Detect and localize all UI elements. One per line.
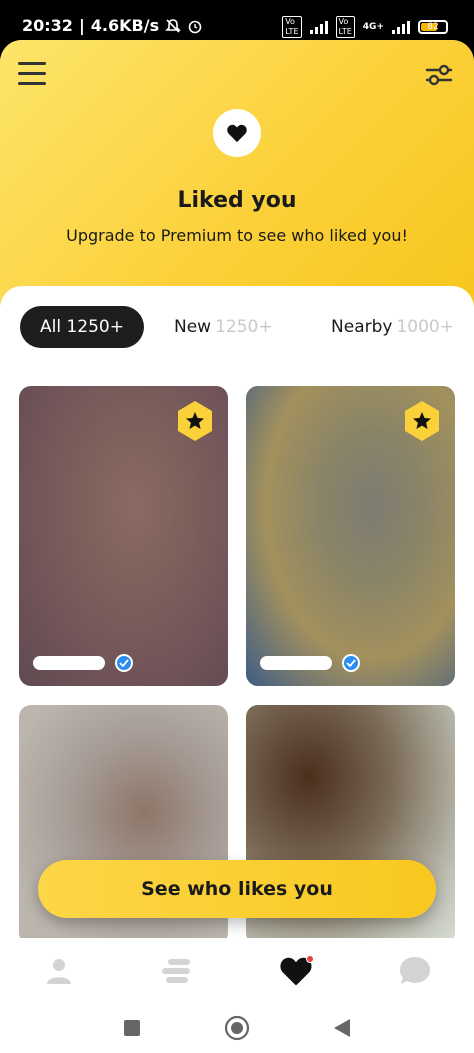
- hidden-name: [33, 656, 105, 670]
- status-left: 20:32 | 4.6KB/s: [22, 16, 203, 35]
- people-icon: [161, 958, 190, 983]
- star-hexagon-icon: [405, 401, 439, 441]
- hamburger-icon[interactable]: [18, 62, 46, 86]
- status-time: 20:32: [22, 16, 73, 35]
- heart-icon: [227, 124, 247, 143]
- square-icon: [124, 1020, 141, 1036]
- page-subtitle: Upgrade to Premium to see who liked you!: [66, 226, 408, 245]
- network-type: 4G+: [362, 22, 384, 32]
- tab-all[interactable]: All 1250+: [20, 306, 144, 348]
- triangle-back-icon: [333, 1019, 350, 1037]
- chat-bubble-icon: [399, 956, 430, 984]
- notification-dot: [306, 954, 315, 963]
- status-right: Vo LTE Vo LTE 4G+ 82: [282, 16, 448, 38]
- system-nav: [0, 1003, 474, 1053]
- see-who-likes-you-button[interactable]: See who likes you: [38, 860, 436, 918]
- profile-card[interactable]: [246, 386, 455, 686]
- battery-level: 82: [427, 22, 439, 32]
- circle-icon: [224, 1015, 250, 1041]
- volte-icon: Vo LTE: [282, 16, 302, 38]
- star-hexagon-icon: [178, 401, 212, 441]
- status-bar: 20:32 | 4.6KB/s Vo LTE Vo LTE 4G+ 82: [0, 0, 474, 40]
- bottom-nav: [0, 938, 474, 1003]
- bell-off-icon: [165, 18, 182, 33]
- profile-card[interactable]: [19, 386, 228, 686]
- page-title: Liked you: [177, 188, 297, 213]
- hidden-name: [260, 656, 332, 670]
- signal-icon: [309, 20, 328, 34]
- app-screen: Liked you Upgrade to Premium to see who …: [0, 40, 474, 1003]
- alarm-icon: [188, 20, 202, 33]
- nav-liked-you[interactable]: [266, 949, 326, 993]
- tab-new[interactable]: New 1250+: [174, 317, 273, 337]
- nav-chats[interactable]: [385, 949, 445, 993]
- checkmark-icon: [342, 654, 360, 672]
- tab-nearby[interactable]: Nearby 1000+: [331, 317, 454, 337]
- volte-icon: Vo LTE: [335, 16, 355, 38]
- nav-people[interactable]: [148, 949, 208, 993]
- checkmark-icon: [115, 654, 133, 672]
- nav-profile[interactable]: [29, 949, 89, 993]
- filter-sliders-icon[interactable]: [424, 60, 454, 90]
- network-speed: 4.6KB/s: [90, 16, 160, 35]
- battery-icon: 82: [418, 20, 448, 34]
- back-button[interactable]: [327, 1013, 357, 1043]
- heart-badge: [213, 109, 261, 157]
- recents-button[interactable]: [117, 1013, 147, 1043]
- filter-tabs: All 1250+ New 1250+ Nearby 1000+: [20, 306, 454, 348]
- profile-icon: [47, 958, 72, 984]
- signal-icon: [392, 20, 410, 34]
- home-button[interactable]: [222, 1013, 252, 1043]
